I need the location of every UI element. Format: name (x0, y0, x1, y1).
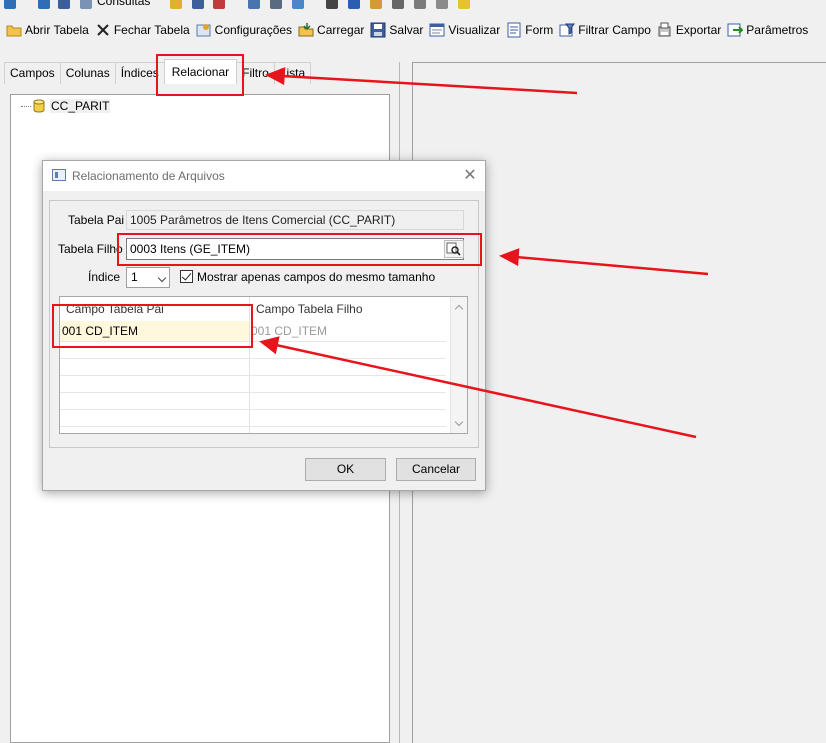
arrow-to-relacionar (281, 74, 578, 95)
arrow-head (259, 336, 280, 355)
annotation-arrows (259, 67, 709, 439)
arrow-head (264, 67, 286, 86)
arrow-to-tabela-filho (515, 255, 709, 276)
arrow-to-campo-pai (275, 343, 697, 439)
arrow-head (498, 248, 520, 267)
tab-relacionar[interactable]: Relacionar (163, 59, 238, 84)
